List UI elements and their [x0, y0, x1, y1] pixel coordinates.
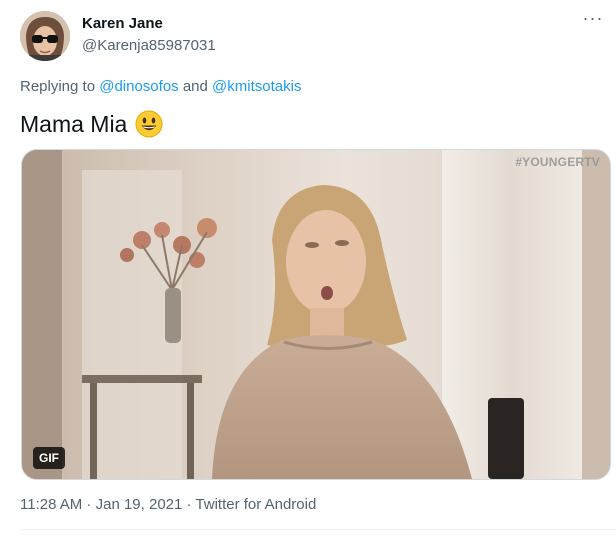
meta-separator: ·: [182, 496, 196, 513]
author-handle[interactable]: @Karenja85987031: [82, 37, 216, 54]
gif-watermark: #YOUNGERTV: [515, 155, 600, 169]
gif-badge: GIF: [33, 447, 65, 469]
mention-link-kmitsotakis[interactable]: @kmitsotakis: [212, 78, 301, 95]
author-display-name[interactable]: Karen Jane: [82, 15, 163, 32]
gif-media[interactable]: #YOUNGERTV GIF: [21, 149, 611, 480]
divider: [20, 529, 616, 530]
gif-frame: [22, 150, 610, 479]
reply-prefix: Replying to: [20, 78, 100, 95]
avatar-image: [20, 11, 70, 61]
more-options-button[interactable]: ···: [578, 9, 608, 27]
more-horizontal-icon: ···: [582, 8, 604, 28]
avatar[interactable]: [20, 11, 70, 61]
meta-separator: ·: [82, 496, 96, 513]
tweet-time[interactable]: 11:28 AM: [20, 496, 82, 513]
tweet: Karen Jane @Karenja85987031 ··· Replying…: [0, 0, 616, 547]
tweet-text: Mama Mia: [20, 110, 163, 138]
mention-link-dinosofos[interactable]: @dinosofos: [99, 78, 178, 95]
tweet-text-content: Mama Mia: [20, 110, 128, 137]
grinning-face-icon: [135, 110, 163, 138]
tweet-date[interactable]: Jan 19, 2021: [96, 496, 183, 513]
tweet-source[interactable]: Twitter for Android: [195, 496, 316, 513]
reply-conjunction: and: [178, 78, 213, 95]
tweet-meta: 11:28 AM · Jan 19, 2021 · Twitter for An…: [20, 496, 316, 513]
reply-context: Replying to @dinosofos and @kmitsotakis: [20, 78, 301, 95]
